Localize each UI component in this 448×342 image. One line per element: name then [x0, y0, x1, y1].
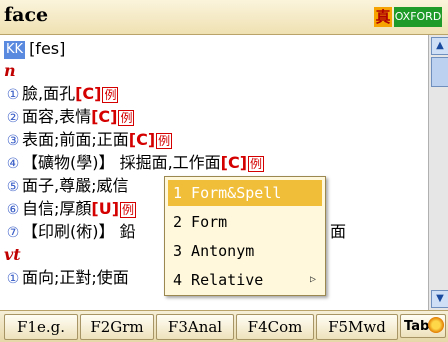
scroll-down-icon[interactable]: ▼ [431, 290, 448, 308]
example-icon[interactable]: 例 [118, 109, 135, 126]
sense-item[interactable]: ④ 【礦物(學)】 採掘面,工作面[C] 例 [4, 151, 265, 175]
sense-number: ② [6, 110, 20, 126]
sense-item[interactable]: ⑤ 面子,尊嚴;威信 [4, 174, 129, 198]
sense-text: 【礦物(學)】 採掘面,工作面 [22, 153, 221, 172]
sense-number: ⑦ [6, 225, 20, 241]
menu-item-form-spell[interactable]: 1 Form&Spell [168, 180, 322, 206]
scroll-up-icon[interactable]: ▲ [431, 37, 448, 55]
pos-label: vt [4, 245, 21, 264]
sense-number: ① [6, 271, 20, 287]
phonetic-line: KK [fes] [4, 37, 65, 61]
menu-item-relative[interactable]: 4 Relative ▷ [168, 267, 322, 293]
sense-text: 面向;正對;使面 [22, 268, 129, 287]
headword-title: face [4, 4, 49, 26]
example-icon[interactable]: 例 [120, 201, 137, 218]
f3-analysis-button[interactable]: F3Anal [156, 314, 234, 340]
vertical-scrollbar[interactable]: ▲ ▼ [428, 35, 448, 310]
context-menu: 1 Form&Spell 2 Form 3 Antonym 4 Relative… [164, 176, 326, 296]
sense-text: 面容,表情 [22, 107, 92, 126]
sense-item[interactable]: ⑦ 【印刷(術)】 鉛 [4, 220, 136, 244]
sense-item[interactable]: ③ 表面;前面;正面[C] 例 [4, 128, 173, 152]
f1-examples-button[interactable]: F1e.g. [4, 314, 78, 340]
sense-text: 自信;厚顏 [22, 199, 92, 218]
countability-tag: [C] [220, 153, 248, 172]
sense-text: 臉,面孔 [22, 84, 76, 103]
countability-tag: [C] [128, 130, 156, 149]
part-of-speech-verb: vt [4, 243, 21, 267]
submenu-arrow-icon: ▷ [309, 274, 316, 285]
sense-text: 面子,尊嚴;威信 [22, 176, 129, 195]
sense-number: ⑤ [6, 179, 20, 195]
sense-text-tail: 面 [330, 222, 347, 241]
sense-item[interactable]: ⑥ 自信;厚顏[U] 例 [4, 197, 137, 221]
example-icon[interactable]: 例 [156, 132, 173, 149]
sense-number: ④ [6, 156, 20, 172]
scroll-thumb[interactable] [431, 57, 448, 87]
example-icon[interactable]: 例 [248, 155, 265, 172]
tab-button[interactable]: Tab [400, 314, 446, 338]
title-bar: face 真 OXFORD [0, 0, 448, 35]
menu-item-form[interactable]: 2 Form [168, 209, 322, 235]
sense-text: 表面;前面;正面 [22, 130, 129, 149]
part-of-speech-noun: n [4, 59, 16, 83]
f2-grammar-button[interactable]: F2Grm [80, 314, 154, 340]
tab-label: Tab [404, 319, 430, 334]
menu-item-label: 4 Relative [173, 271, 264, 289]
countability-tag: [C] [91, 107, 118, 126]
sense-text: 【印刷(術)】 鉛 [22, 222, 136, 241]
f4-compound-button[interactable]: F4Com [236, 314, 314, 340]
menu-item-antonym[interactable]: 3 Antonym [168, 238, 322, 264]
sense-number: ① [6, 87, 20, 103]
dictionary-badge[interactable]: 真 [374, 7, 392, 27]
pos-label: n [4, 61, 16, 80]
function-key-toolbar: F1e.g. F2Grm F3Anal F4Com F5Mwd Tab [0, 310, 448, 342]
gear-icon [428, 317, 444, 333]
phonetic-text: [fes] [29, 39, 66, 58]
f5-multiword-button[interactable]: F5Mwd [316, 314, 398, 340]
kk-phonetic-tag[interactable]: KK [4, 40, 26, 59]
oxford-dictionary-badge[interactable]: OXFORD [394, 7, 442, 27]
example-icon[interactable]: 例 [102, 86, 119, 103]
countability-tag: [C] [75, 84, 102, 103]
sense-item[interactable]: ② 面容,表情[C] 例 [4, 105, 135, 129]
countability-tag: [U] [91, 199, 120, 218]
sense-number: ③ [6, 133, 20, 149]
sense-item[interactable]: ① 面向;正對;使面 [4, 266, 129, 290]
sense-item[interactable]: ① 臉,面孔[C] 例 [4, 82, 119, 106]
sense-number: ⑥ [6, 202, 20, 218]
